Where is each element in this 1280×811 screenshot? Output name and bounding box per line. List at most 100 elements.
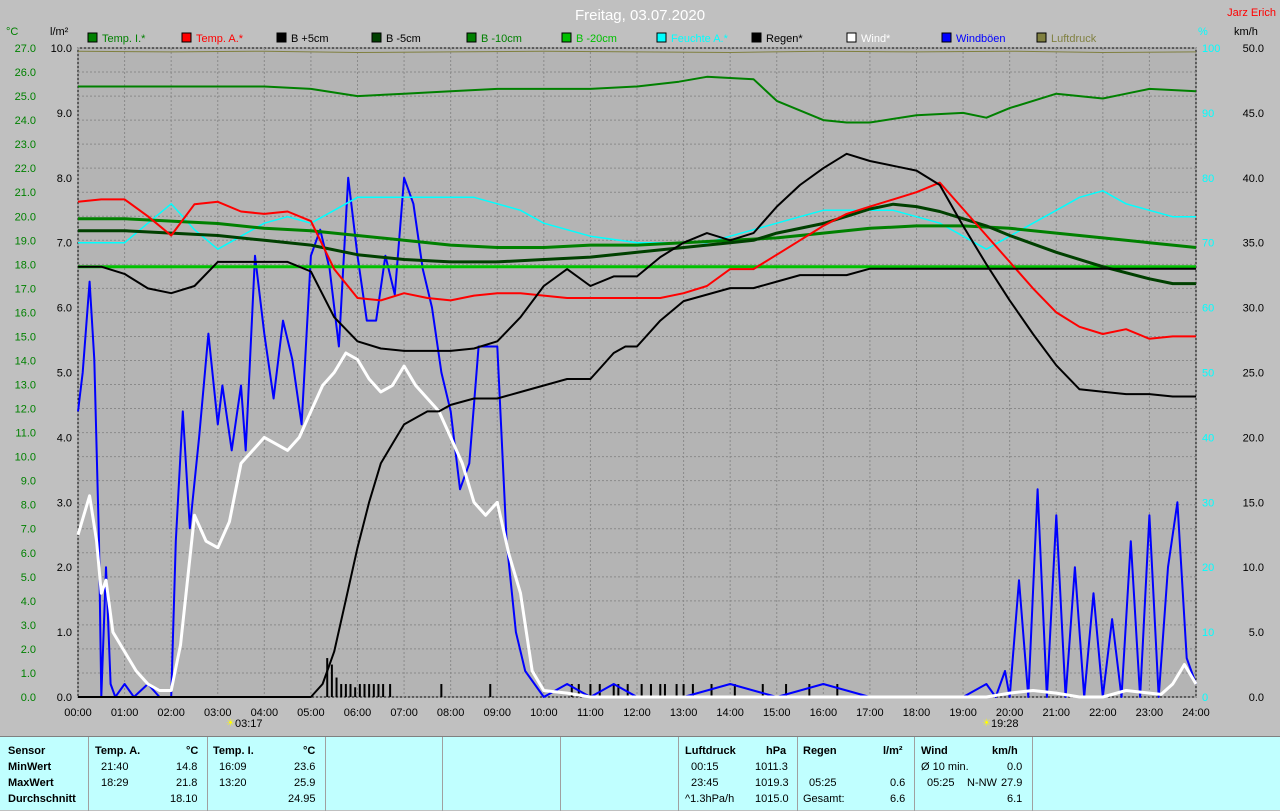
x-tick-label: 02:00 <box>157 707 185 719</box>
humidity-tick-label: 0 <box>1202 692 1208 704</box>
humidity-tick-label: 60 <box>1202 303 1214 315</box>
temp-a-max: 21.8 <box>176 777 198 789</box>
wind-unit: km/h <box>992 745 1018 757</box>
temp-tick-label: 8.0 <box>21 500 36 512</box>
pressure-unit: hPa <box>766 745 787 757</box>
legend-label: B -10cm <box>481 33 522 45</box>
x-tick-label: 01:00 <box>111 707 139 719</box>
humidity-tick-label: 80 <box>1202 173 1214 185</box>
temp-tick-label: 24.0 <box>15 115 36 127</box>
temp-tick-label: 15.0 <box>15 331 36 343</box>
temp-tick-label: 0.0 <box>21 692 36 704</box>
x-tick-label: 00:00 <box>64 707 92 719</box>
weather-chart: 0.0 1.0 2.0 3.0 4.0 5.0 6.0 7.0 8.0 9.0 10.0 11.0 12… <box>0 0 1280 736</box>
legend-swatch <box>276 32 287 43</box>
wind-tick-label: 20.0 <box>1243 432 1264 444</box>
pressure-max: 1019.3 <box>755 777 789 789</box>
temp-tick-label: 4.0 <box>21 596 36 608</box>
x-tick-label: 10:00 <box>530 707 558 719</box>
wind-avg10: 0.0 <box>1007 761 1023 773</box>
humidity-tick-label: 40 <box>1202 432 1214 444</box>
rain-tick-label: 10.0 <box>51 43 72 55</box>
x-tick-label: 18:00 <box>903 707 931 719</box>
x-tick-label: 14:00 <box>716 707 744 719</box>
chart-title: Freitag, 03.07.2020 <box>575 7 705 24</box>
humidity-tick-label: 20 <box>1202 562 1214 574</box>
rain-tick-label: 6.0 <box>57 303 72 315</box>
x-tick-label: 13:00 <box>670 707 698 719</box>
temp-tick-label: 23.0 <box>15 139 36 151</box>
temp-tick-label: 3.0 <box>21 620 36 632</box>
row-label-avg: Durchschnitt <box>8 793 76 805</box>
temp-i-unit: °C <box>303 745 316 757</box>
temp-tick-label: 1.0 <box>21 668 36 680</box>
rain-tick-label: 4.0 <box>57 432 72 444</box>
legend-swatch <box>181 32 192 43</box>
wind-tick-label: 35.0 <box>1243 238 1264 250</box>
legend-swatch <box>371 32 382 43</box>
temp-tick-label: 11.0 <box>15 428 36 440</box>
statistics-table: Sensor MinWert MaxWert Durchschnitt Temp… <box>0 736 1280 811</box>
wind-tick-label: 0.0 <box>1249 692 1264 704</box>
temp-a-max-time: 18:29 <box>101 777 129 789</box>
temp-tick-label: 16.0 <box>15 307 36 319</box>
x-tick-label: 17:00 <box>856 707 884 719</box>
temp-a-min: 14.8 <box>176 761 198 773</box>
rain-tick-label: 2.0 <box>57 562 72 574</box>
temp-a-header: Temp. A. <box>95 745 141 757</box>
sensor-header: Sensor <box>8 745 46 757</box>
legend-swatch <box>1036 32 1047 43</box>
legend-label: Temp. A.* <box>196 33 244 45</box>
wind-tick-label: 30.0 <box>1243 303 1264 315</box>
rain-total: 6.6 <box>890 793 906 805</box>
temp-tick-label: 7.0 <box>21 524 36 536</box>
wind-tick-label: 45.0 <box>1243 108 1264 120</box>
temp-a-min-time: 21:40 <box>101 761 129 773</box>
temp-tick-label: 18.0 <box>15 259 36 271</box>
temp-i-header: Temp. I. <box>213 745 254 757</box>
temp-a-unit: °C <box>186 745 199 757</box>
wind-max-time: 05:25 <box>927 777 955 789</box>
legend-swatch <box>846 32 857 43</box>
legend-label: Wind* <box>861 33 891 45</box>
humidity-tick-label: 90 <box>1202 108 1214 120</box>
x-tick-label: 21:00 <box>1042 707 1070 719</box>
legend-label: Temp. I.* <box>102 33 146 45</box>
x-tick-label: 06:00 <box>344 707 372 719</box>
legend-label: Luftdruck <box>1051 33 1097 45</box>
sun-icon: ☀ <box>982 718 991 729</box>
temp-tick-label: 20.0 <box>15 211 36 223</box>
wind-max: 27.9 <box>1001 777 1023 789</box>
temp-tick-label: 14.0 <box>15 355 36 367</box>
x-tick-label: 07:00 <box>390 707 418 719</box>
legend-swatch <box>466 32 477 43</box>
temp-tick-label: 19.0 <box>15 235 36 247</box>
x-tick-label: 05:00 <box>297 707 325 719</box>
humidity-tick-label: 10 <box>1202 627 1214 639</box>
rain-tick-label: 3.0 <box>57 497 72 509</box>
rain-tick-label: 1.0 <box>57 627 72 639</box>
wind-avg10-label: Ø 10 min. <box>921 761 969 773</box>
x-tick-label: 19:00 <box>949 707 977 719</box>
temp-tick-label: 2.0 <box>21 644 36 656</box>
temp-i-min: 23.6 <box>294 761 316 773</box>
row-label-min: MinWert <box>8 761 52 773</box>
wind-tick-label: 5.0 <box>1249 627 1264 639</box>
rain-header: Regen <box>803 745 837 757</box>
wind-tick-label: 50.0 <box>1243 43 1264 55</box>
wind-tick-label: 40.0 <box>1243 173 1264 185</box>
temp-tick-label: 17.0 <box>15 283 36 295</box>
temp-tick-label: 13.0 <box>15 380 36 392</box>
humidity-tick-label: 50 <box>1202 368 1214 380</box>
temp-a-avg: 18.10 <box>170 793 198 805</box>
legend-swatch <box>561 32 572 43</box>
temp-tick-label: 9.0 <box>21 476 36 488</box>
x-tick-label: 16:00 <box>810 707 838 719</box>
temp-axis-unit: °C <box>6 26 18 38</box>
sunrise-marker: ☀ 03:17 <box>226 718 263 730</box>
x-tick-label: 24:00 <box>1182 707 1210 719</box>
rain-axis-unit: l/m² <box>50 26 69 38</box>
temp-i-avg: 24.95 <box>288 793 316 805</box>
legend-swatch <box>941 32 952 43</box>
sunrise-label: 03:17 <box>235 718 263 730</box>
